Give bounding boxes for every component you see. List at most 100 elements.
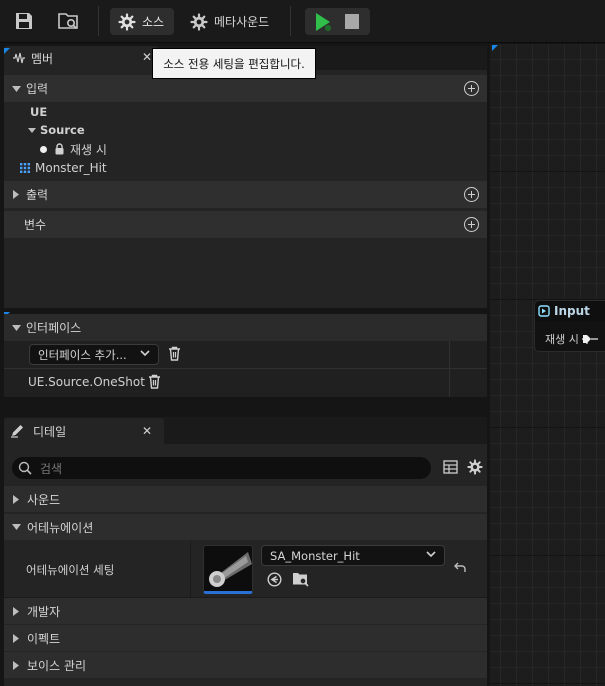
chevron-down-icon bbox=[28, 127, 36, 133]
asset-thumbnail[interactable] bbox=[203, 545, 253, 594]
gear-icon bbox=[190, 12, 208, 31]
interface-item-label: UE.Source.OneShot bbox=[28, 374, 145, 389]
search-placeholder: 검색 bbox=[40, 461, 63, 476]
developer-section-header[interactable]: 개발자 bbox=[4, 598, 487, 624]
voice-management-label: 보이스 관리 bbox=[27, 658, 87, 673]
details-tab[interactable]: 디테일 ✕ bbox=[4, 418, 164, 444]
members-tab[interactable]: 멤버 ✕ bbox=[4, 46, 158, 70]
browse-button[interactable] bbox=[58, 11, 80, 31]
voice-management-section-header[interactable]: 보이스 관리 bbox=[4, 652, 487, 678]
chevron-down-icon bbox=[11, 524, 21, 530]
trigger-pin-icon bbox=[581, 335, 598, 344]
developer-label: 개발자 bbox=[27, 604, 61, 619]
effects-section-header[interactable]: 이펙트 bbox=[4, 625, 487, 651]
trigger-dot-icon bbox=[40, 145, 47, 153]
interface-item: UE.Source.OneShot bbox=[28, 373, 145, 390]
inputs-label: 입력 bbox=[26, 82, 49, 96]
chevron-down-icon bbox=[11, 85, 21, 92]
browse-asset-icon[interactable] bbox=[292, 571, 310, 590]
chevron-right-icon bbox=[11, 190, 21, 199]
members-tab-label: 멤버 bbox=[31, 51, 54, 66]
pencil-icon bbox=[11, 425, 23, 438]
play-icon bbox=[316, 13, 332, 32]
reset-arrow-icon[interactable] bbox=[453, 562, 466, 577]
attenuation-setting-label: 어테뉴에이션 세팅 bbox=[26, 563, 115, 577]
search-input[interactable]: 검색 bbox=[12, 457, 431, 479]
details-tab-label: 디테일 bbox=[33, 424, 67, 439]
trash-icon[interactable] bbox=[148, 374, 161, 392]
lock-icon bbox=[54, 143, 65, 155]
save-button[interactable] bbox=[14, 11, 34, 31]
attenuation-label: 어테뉴에이션 bbox=[27, 520, 94, 535]
metasound-label: 메타사운드 bbox=[214, 15, 270, 29]
chevron-down-icon bbox=[140, 350, 150, 357]
interfaces-section-header[interactable]: 인터페이스 bbox=[4, 314, 487, 341]
save-icon bbox=[16, 13, 32, 29]
tree-item-on-play-label: 재생 시 bbox=[70, 142, 107, 157]
input-node-title: Input bbox=[554, 304, 590, 318]
interfaces-label: 인터페이스 bbox=[26, 321, 82, 335]
attenuation-section-header[interactable]: 어테뉴에이션 bbox=[4, 514, 487, 540]
toolbar-separator bbox=[98, 6, 99, 36]
variables-label: 변수 bbox=[24, 218, 47, 232]
toolbar: 소스 메타사운드 bbox=[0, 0, 605, 43]
pin-label: 재생 시 bbox=[545, 333, 579, 346]
source-label: 소스 bbox=[142, 15, 165, 29]
tree-item-source[interactable]: Source bbox=[28, 122, 85, 138]
playback-group bbox=[305, 8, 370, 35]
table-view-icon[interactable] bbox=[443, 460, 458, 477]
sound-section-header[interactable]: 사운드 bbox=[4, 486, 487, 512]
variables-section-header[interactable]: 변수 bbox=[4, 211, 487, 238]
chevron-right-icon bbox=[11, 606, 21, 616]
close-icon[interactable]: ✕ bbox=[142, 50, 152, 64]
tree-item-monster-hit-label: Monster_Hit bbox=[35, 161, 107, 175]
inputs-section-header[interactable]: 입력 bbox=[4, 75, 487, 102]
add-interface-label: 인터페이스 추가... bbox=[38, 347, 127, 362]
chevron-right-icon bbox=[11, 633, 21, 643]
input-node-icon bbox=[538, 305, 550, 317]
play-button[interactable] bbox=[313, 12, 333, 35]
panel-corner-marker bbox=[4, 48, 10, 54]
add-variable-icon[interactable] bbox=[464, 217, 479, 232]
sound-label: 사운드 bbox=[27, 492, 61, 507]
waveform-icon bbox=[13, 52, 25, 64]
stop-button[interactable] bbox=[345, 14, 359, 29]
chevron-down-icon bbox=[426, 551, 436, 558]
add-interface-combo[interactable]: 인터페이스 추가... bbox=[29, 344, 159, 365]
interfaces-row-divider bbox=[4, 368, 487, 369]
input-node-header: Input bbox=[535, 301, 605, 321]
folder-search-icon bbox=[58, 13, 78, 30]
asset-name: SA_Monster_Hit bbox=[270, 548, 360, 563]
source-button[interactable]: 소스 bbox=[110, 8, 174, 35]
settings-gear-icon[interactable] bbox=[467, 459, 483, 478]
use-selected-icon[interactable] bbox=[267, 572, 282, 590]
outputs-label: 출력 bbox=[26, 188, 49, 202]
gear-icon bbox=[118, 12, 136, 31]
tree-item-ue[interactable]: UE bbox=[30, 104, 47, 120]
trash-icon[interactable] bbox=[168, 346, 181, 364]
metasound-button[interactable]: 메타사운드 bbox=[190, 8, 269, 35]
source-tooltip: 소스 전용 세팅을 편집합니다. bbox=[152, 48, 316, 79]
input-node[interactable]: Input 재생 시 bbox=[534, 300, 605, 352]
input-node-pin[interactable]: 재생 시 bbox=[545, 331, 598, 347]
effects-label: 이펙트 bbox=[27, 631, 61, 646]
search-icon bbox=[18, 461, 32, 475]
attenuation-row-divider bbox=[190, 541, 191, 598]
chevron-down-icon bbox=[11, 324, 21, 331]
attenuation-asset-icon bbox=[209, 552, 252, 587]
add-output-icon[interactable] bbox=[464, 187, 479, 202]
chevron-right-icon bbox=[11, 494, 21, 504]
tree-item-on-play[interactable]: 재생 시 bbox=[40, 141, 107, 157]
outputs-section-header[interactable]: 출력 bbox=[4, 181, 487, 208]
asset-picker-combo[interactable]: SA_Monster_Hit bbox=[261, 545, 445, 566]
grid-icon bbox=[20, 163, 30, 173]
chevron-right-icon bbox=[11, 660, 21, 670]
graph-corner-marker bbox=[492, 45, 498, 51]
close-icon[interactable]: ✕ bbox=[142, 424, 152, 438]
toolbar-separator bbox=[290, 6, 291, 36]
interfaces-column-divider bbox=[449, 341, 450, 397]
graph-canvas[interactable] bbox=[490, 43, 605, 686]
tree-item-ue-label: UE bbox=[30, 105, 48, 119]
tree-item-monster-hit[interactable]: Monster_Hit bbox=[20, 160, 107, 176]
add-input-icon[interactable] bbox=[464, 81, 479, 96]
